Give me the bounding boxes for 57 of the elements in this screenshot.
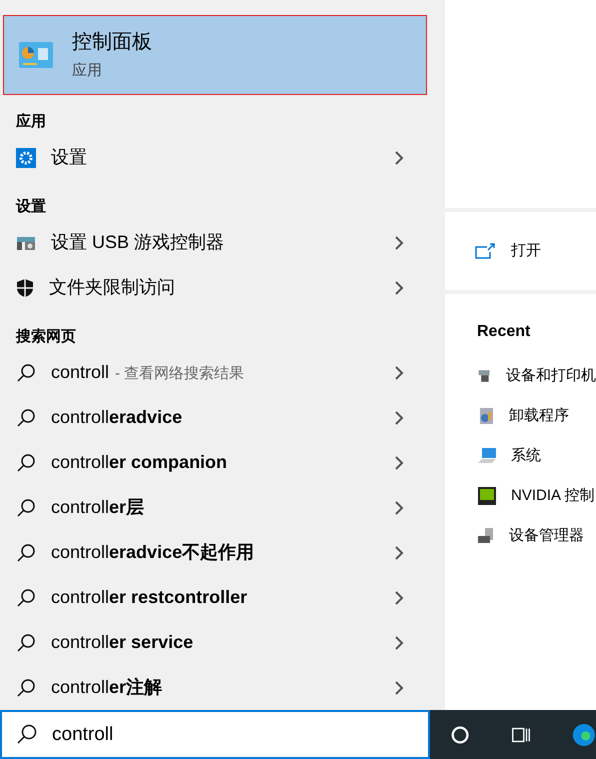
chevron-icon	[394, 366, 404, 380]
result-item[interactable]: controller service	[0, 620, 430, 665]
search-icon	[16, 723, 38, 745]
result-item[interactable]: 设置	[0, 135, 430, 180]
recent-item[interactable]: 设备和打印机	[477, 356, 596, 396]
chevron-icon	[394, 680, 404, 694]
hint-text: - 查看网络搜索结果	[115, 364, 244, 384]
chevron-icon	[394, 636, 404, 650]
search-icon	[16, 452, 36, 472]
search-icon	[16, 362, 36, 382]
best-match-item[interactable]: 控制面板 应用	[3, 15, 427, 95]
search-icon	[16, 632, 36, 652]
result-item[interactable]: 设置 USB 游戏控制器	[0, 220, 430, 265]
search-icon[interactable]	[450, 724, 470, 746]
app-title: 控制面板	[72, 30, 152, 54]
result-item[interactable]: controller层	[0, 485, 430, 530]
open-window-icon	[475, 243, 495, 259]
chevron-icon	[394, 456, 404, 470]
search-icon	[16, 678, 36, 698]
shield-icon	[16, 278, 34, 298]
chevron-icon	[394, 410, 404, 424]
nvidia-icon	[477, 486, 497, 506]
chevron-icon	[394, 590, 404, 604]
result-item[interactable]: controlleradvice不起作用	[0, 530, 430, 575]
app-type: 应用	[72, 62, 103, 80]
program-icon	[477, 407, 495, 425]
search-icon	[16, 542, 36, 562]
chevron-icon	[394, 546, 404, 560]
result-item[interactable]: controller注解	[0, 665, 430, 710]
chevron-icon	[394, 236, 404, 250]
recent-item[interactable]: 卸载程序	[477, 396, 596, 436]
recent-item[interactable]: 系统	[477, 436, 596, 476]
computer-icon	[477, 447, 497, 465]
gear-icon	[16, 148, 36, 168]
section-header: 设置	[16, 196, 46, 216]
section-header: 搜索网页	[16, 326, 76, 346]
result-item[interactable]: controller restcontroller	[0, 575, 430, 620]
chevron-icon	[394, 500, 404, 514]
recent-item[interactable]: NVIDIA 控制	[477, 476, 596, 516]
recent-header: Recent	[477, 322, 532, 342]
open-action[interactable]: 打开	[475, 240, 596, 262]
chevron-icon	[394, 280, 404, 294]
search-icon	[16, 588, 36, 608]
result-item[interactable]: 文件夹限制访问	[0, 265, 430, 310]
result-item[interactable]: controlleradvice	[0, 395, 430, 440]
search-icon	[16, 498, 36, 518]
chevron-icon	[394, 150, 404, 164]
browser-icon[interactable]	[572, 722, 596, 748]
result-item[interactable]: controller companion	[0, 440, 430, 485]
search-icon	[16, 408, 36, 428]
result-item[interactable]: controll - 查看网络搜索结果	[0, 350, 430, 395]
section-header: 应用	[16, 112, 46, 132]
printer-icon	[477, 367, 492, 385]
search-field[interactable]: controll	[0, 710, 430, 759]
control-panel-icon	[18, 40, 54, 70]
device-manager-icon	[477, 527, 495, 545]
recent-item[interactable]: 设备管理器	[477, 516, 596, 556]
